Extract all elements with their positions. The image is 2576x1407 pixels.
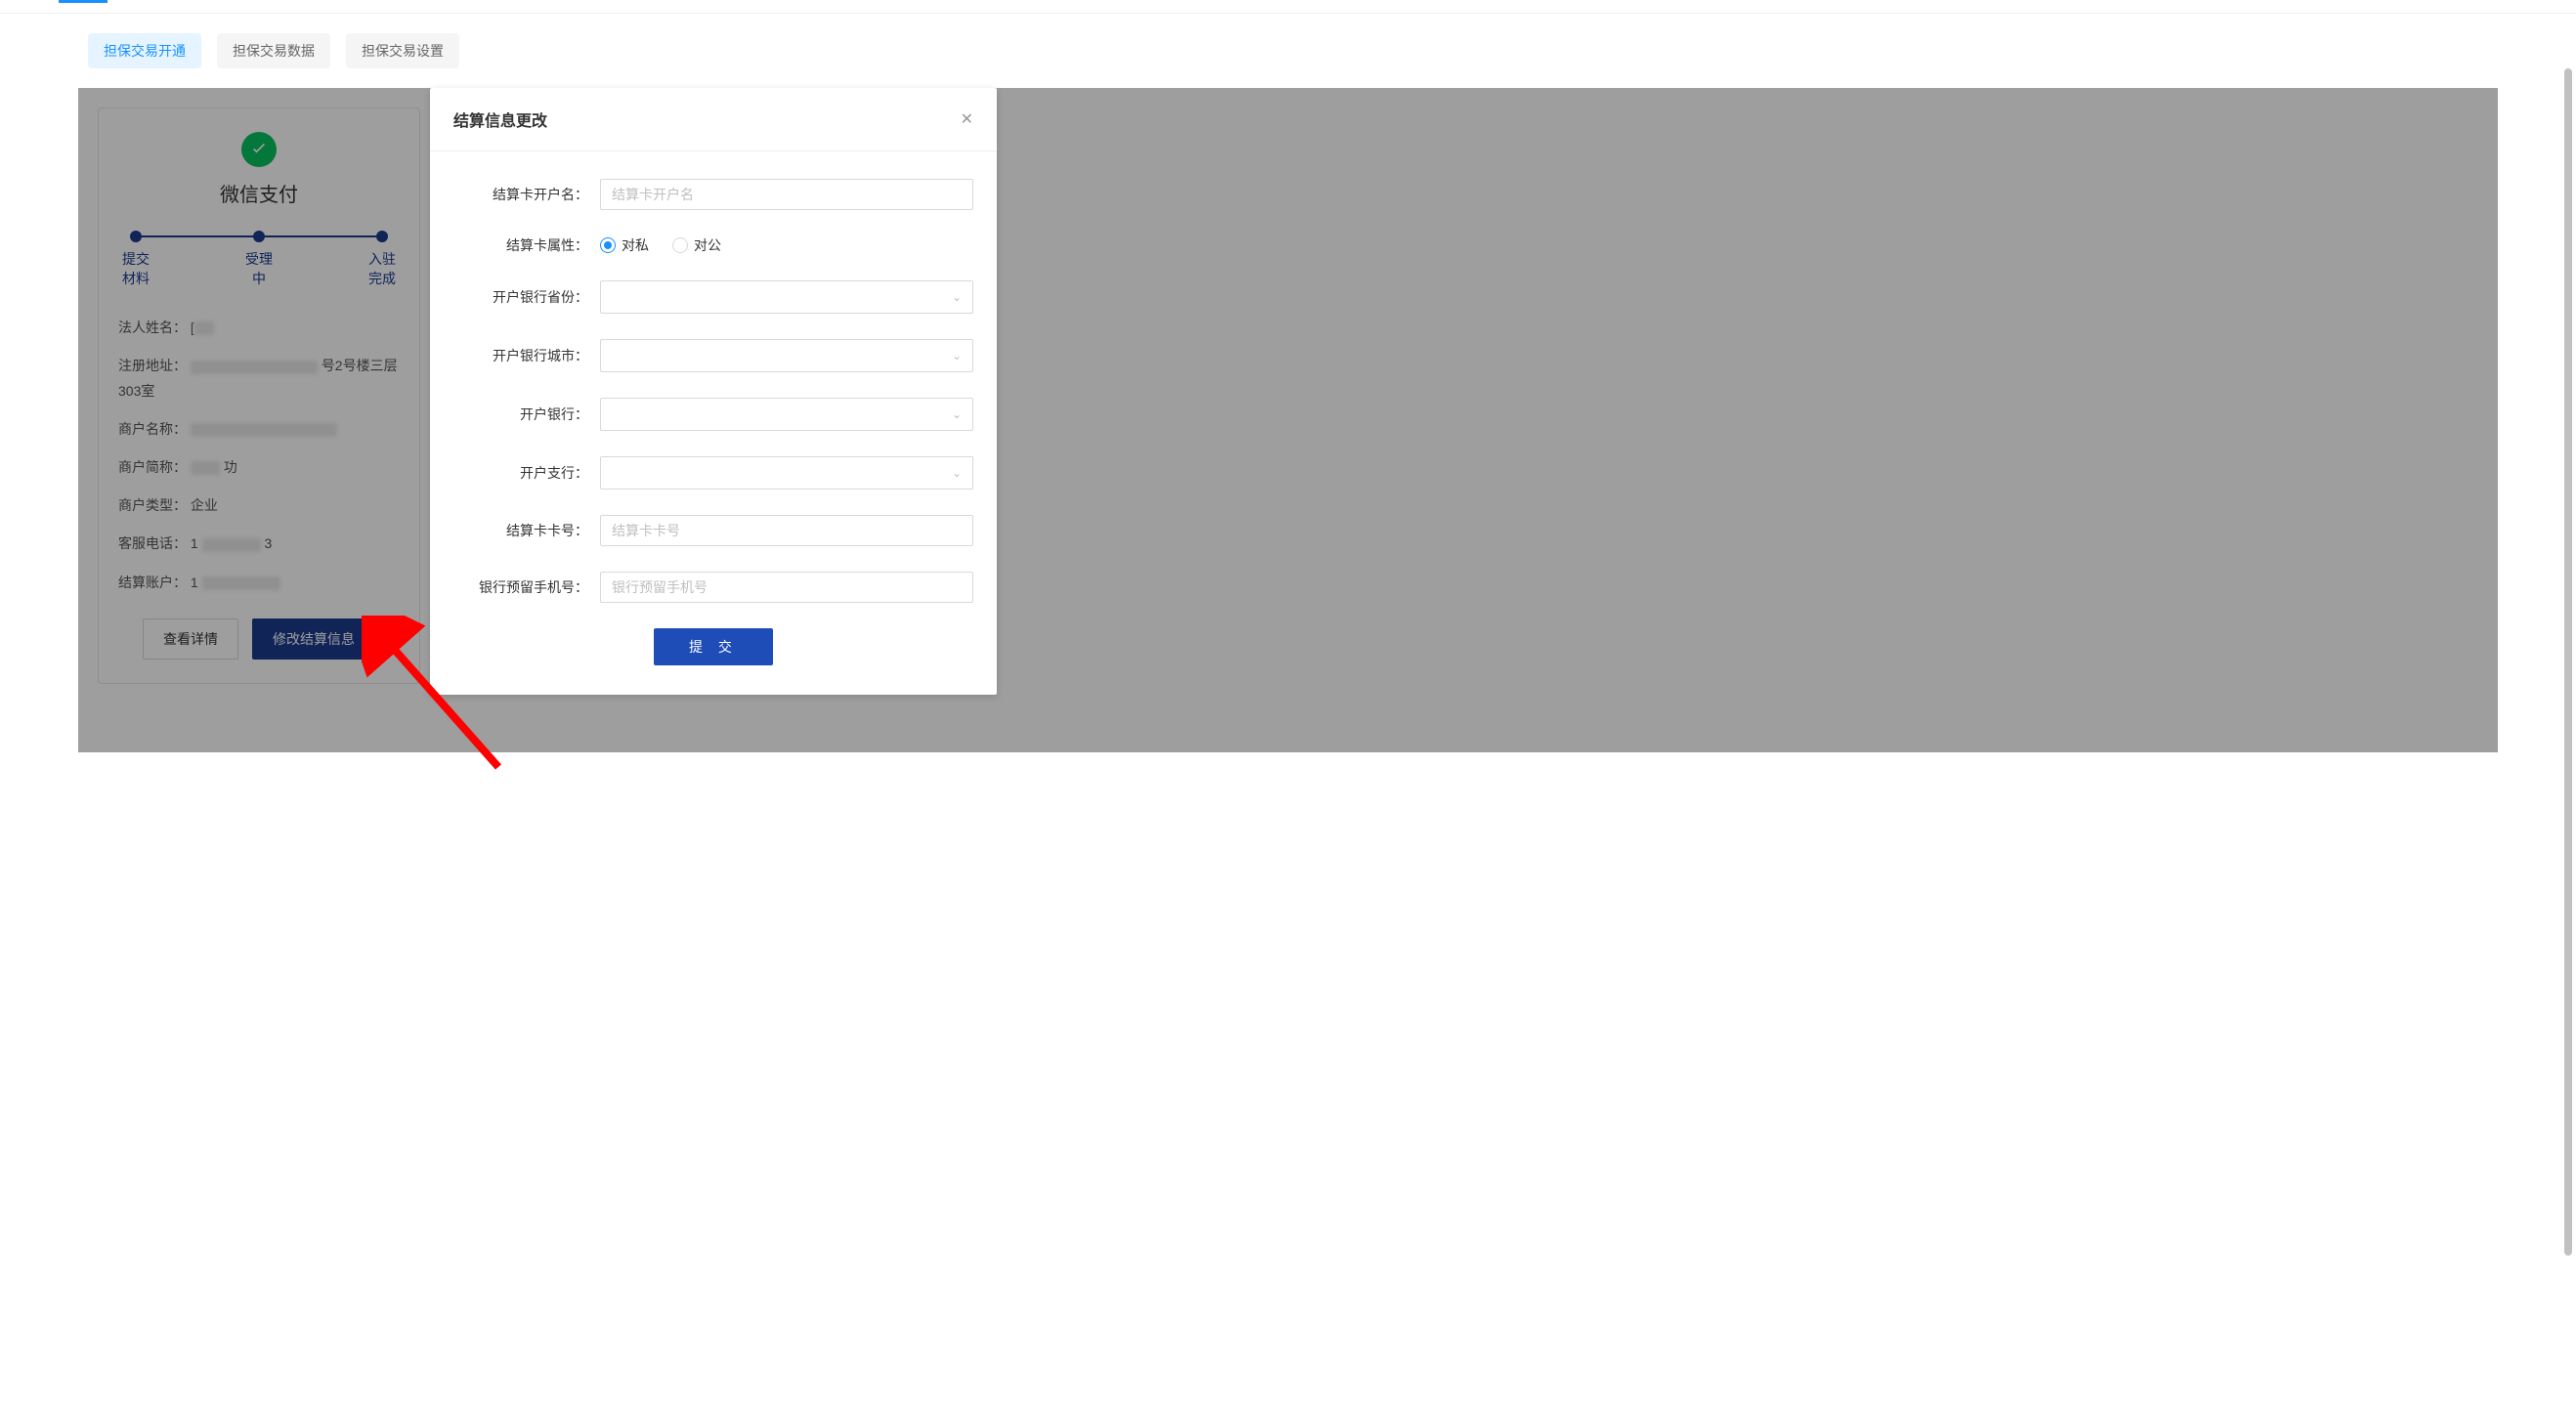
top-tab-indicator xyxy=(59,0,107,3)
bank-province-select[interactable]: ⌄ xyxy=(600,280,973,314)
tabs-bar: 担保交易开通 担保交易数据 担保交易设置 xyxy=(0,33,2576,68)
tab-guarantee-open[interactable]: 担保交易开通 xyxy=(88,33,201,68)
chevron-down-icon: ⌄ xyxy=(952,466,962,480)
bank-city-label: 开户银行城市： xyxy=(453,346,600,365)
account-name-input[interactable] xyxy=(600,179,973,210)
modal-header: 结算信息更改 ✕ xyxy=(430,88,997,151)
content-wrapper: 微信支付 提交 材料 受理 中 入驻 完成 法人姓名： xyxy=(78,88,2498,752)
reserved-phone-row: 银行预留手机号： xyxy=(453,572,973,603)
close-icon[interactable]: ✕ xyxy=(961,109,973,129)
card-number-row: 结算卡卡号： xyxy=(453,515,973,546)
bank-branch-label: 开户支行： xyxy=(453,463,600,483)
card-number-input[interactable] xyxy=(600,515,973,546)
bank-name-select[interactable]: ⌄ xyxy=(600,398,973,431)
chevron-down-icon: ⌄ xyxy=(952,290,962,304)
account-name-row: 结算卡开户名： xyxy=(453,179,973,210)
radio-private-label: 对私 xyxy=(622,235,649,255)
bank-name-row: 开户银行： ⌄ xyxy=(453,398,973,431)
card-type-label: 结算卡属性： xyxy=(453,235,600,255)
card-type-row: 结算卡属性： 对私 对公 xyxy=(453,235,973,255)
bank-branch-row: 开户支行： ⌄ xyxy=(453,456,973,490)
bank-city-row: 开户银行城市： ⌄ xyxy=(453,339,973,372)
radio-private[interactable]: 对私 xyxy=(600,235,649,255)
submit-row: 提 交 xyxy=(453,628,973,665)
bank-city-select[interactable]: ⌄ xyxy=(600,339,973,372)
account-name-label: 结算卡开户名： xyxy=(453,185,600,204)
bank-province-label: 开户银行省份： xyxy=(453,287,600,307)
settlement-modal: 结算信息更改 ✕ 结算卡开户名： 结算卡属性： 对私 xyxy=(430,88,997,695)
scrollbar-thumb[interactable] xyxy=(2564,68,2572,1256)
radio-circle-icon xyxy=(600,237,616,253)
bank-province-row: 开户银行省份： ⌄ xyxy=(453,280,973,314)
card-number-label: 结算卡卡号： xyxy=(453,521,600,540)
modal-body: 结算卡开户名： 结算卡属性： 对私 对公 xyxy=(430,151,997,695)
reserved-phone-input[interactable] xyxy=(600,572,973,603)
radio-public-label: 对公 xyxy=(694,235,721,255)
radio-public[interactable]: 对公 xyxy=(672,235,721,255)
modal-title: 结算信息更改 xyxy=(453,107,547,131)
bank-branch-select[interactable]: ⌄ xyxy=(600,456,973,490)
card-type-radio-group: 对私 对公 xyxy=(600,235,973,255)
tab-guarantee-data[interactable]: 担保交易数据 xyxy=(217,33,330,68)
radio-circle-icon xyxy=(672,237,688,253)
tab-guarantee-settings[interactable]: 担保交易设置 xyxy=(346,33,459,68)
submit-button[interactable]: 提 交 xyxy=(654,628,773,665)
chevron-down-icon: ⌄ xyxy=(952,349,962,362)
chevron-down-icon: ⌄ xyxy=(952,407,962,421)
bank-name-label: 开户银行： xyxy=(453,405,600,424)
top-border xyxy=(0,13,2576,14)
scrollbar-track[interactable] xyxy=(2564,68,2572,1387)
reserved-phone-label: 银行预留手机号： xyxy=(453,577,600,597)
